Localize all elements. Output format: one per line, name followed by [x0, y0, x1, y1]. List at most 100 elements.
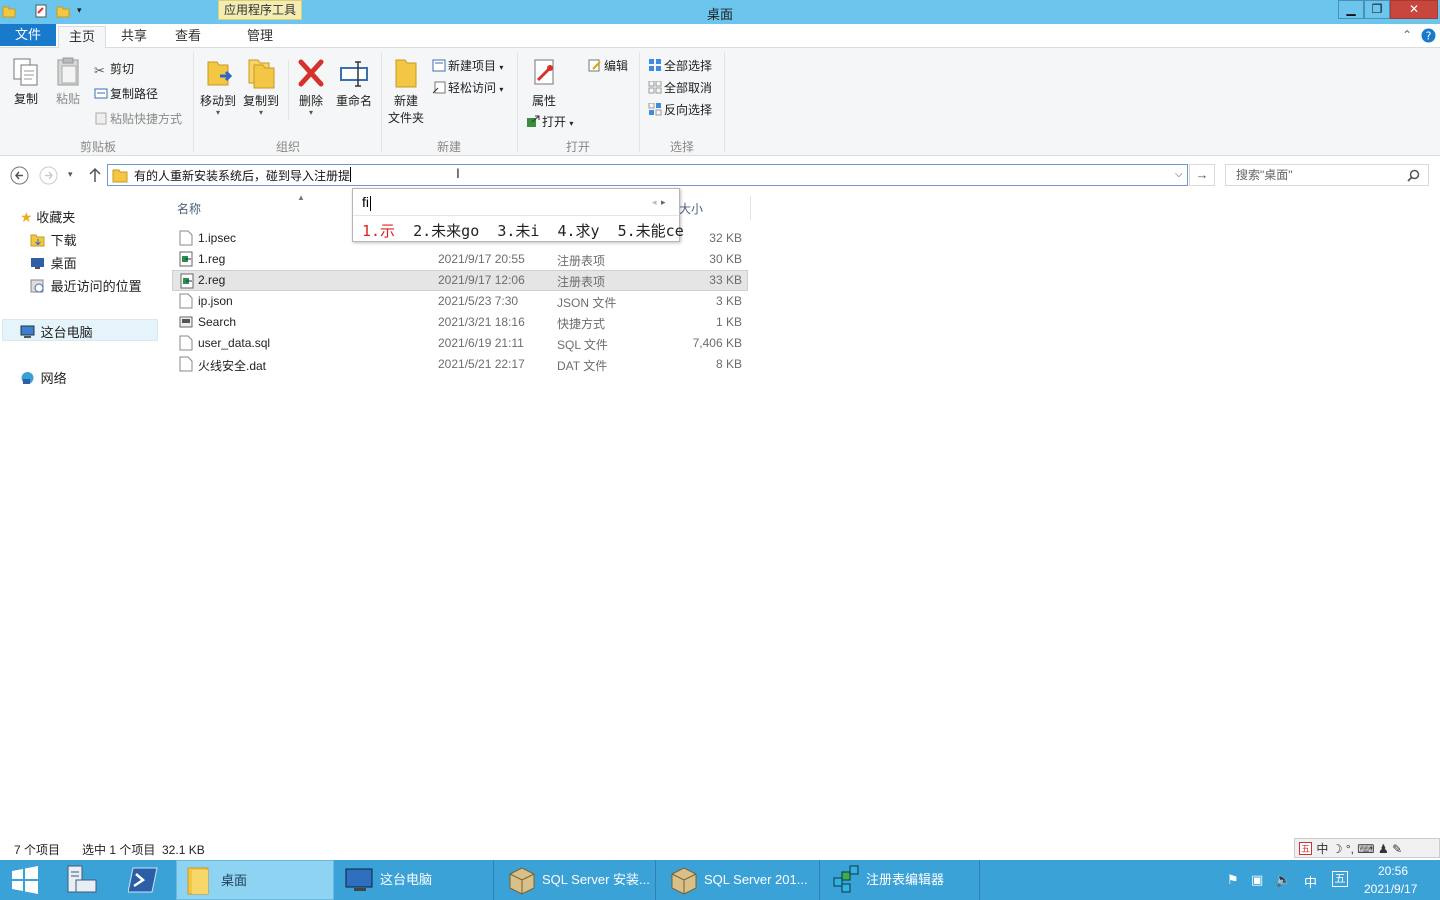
file-size: 30 KB — [709, 252, 742, 266]
new-folder-label-1: 新建 — [393, 94, 418, 108]
recent-locations-dropdown-icon[interactable]: ▾ — [68, 169, 73, 180]
registry-file-icon — [180, 273, 194, 289]
ribbon-separator — [193, 52, 194, 152]
close-button[interactable]: ✕ — [1390, 0, 1438, 19]
search-icon[interactable] — [1407, 169, 1420, 182]
file-row[interactable]: 1.reg 2021/9/17 20:55 注册表项 30 KB — [172, 249, 748, 270]
file-row[interactable]: Search 2021/3/21 18:16 快捷方式 1 KB — [172, 312, 748, 333]
shortcut-icon — [179, 316, 193, 328]
nav-downloads[interactable]: 下载 — [30, 230, 77, 249]
nav-favorites-label: 收藏夹 — [36, 210, 76, 225]
ime-candidate[interactable]: 5.未能ce — [618, 222, 684, 240]
nav-desktop[interactable]: 桌面 — [30, 253, 77, 272]
ime-candidate[interactable]: 2.未来go — [413, 222, 479, 240]
tab-manage[interactable]: 管理 — [238, 26, 282, 48]
properties-label: 属性 — [531, 94, 556, 108]
delete-x-icon — [298, 59, 324, 87]
new-folder-label-2: 文件夹 — [387, 111, 424, 125]
edit-button[interactable]: 编辑 — [588, 57, 628, 74]
taskbar-item-label: 桌面 — [221, 873, 248, 888]
ime-candidate[interactable]: 4.求y — [557, 222, 599, 240]
ime-next-page-icon[interactable]: ▸ — [661, 197, 666, 208]
nav-recent[interactable]: 最近访问的位置 — [30, 276, 142, 295]
go-arrow-icon[interactable]: → — [1189, 164, 1215, 186]
ime-candidate[interactable]: 3.未i — [497, 222, 539, 240]
volume-muted-icon[interactable]: 🔈 — [1275, 872, 1291, 888]
easy-access-button[interactable]: 轻松访问 ▾ — [432, 79, 503, 96]
select-none-button[interactable]: 全部取消 — [648, 79, 712, 96]
copy-path-icon — [94, 88, 108, 99]
paste-shortcut-button[interactable]: 粘贴快捷方式 — [94, 110, 182, 127]
ime-candidate[interactable]: 1.示 — [362, 222, 395, 240]
ribbon-separator — [639, 52, 640, 152]
ime-language-indicator[interactable]: 中 — [1304, 872, 1317, 891]
address-input[interactable]: 有的人重新安装系统后，碰到导入注册提 — [134, 167, 350, 184]
langbar-settings-icon[interactable]: ✎ — [1392, 842, 1402, 856]
copy-path-button[interactable]: 复制路径 — [94, 85, 158, 102]
file-row[interactable]: 火线安全.dat 2021/5/21 22:17 DAT 文件 8 KB — [172, 354, 748, 375]
file-row-selected[interactable]: 2.reg 2021/9/17 12:06 注册表项 33 KB — [172, 270, 748, 291]
nav-network[interactable]: 网络 — [20, 368, 67, 387]
cut-button[interactable]: ✂ 剪切 — [94, 60, 134, 78]
tab-share[interactable]: 共享 — [112, 26, 156, 48]
invert-selection-icon — [648, 103, 662, 116]
select-all-button[interactable]: 全部选择 — [648, 57, 712, 74]
langbar-keyboard-icon[interactable]: ⌨ — [1357, 842, 1374, 856]
action-center-flag-icon[interactable]: ⚑ — [1227, 872, 1239, 888]
new-item-button[interactable]: 新建项目 ▾ — [432, 57, 503, 74]
nav-this-pc[interactable]: 这台电脑 — [20, 322, 93, 341]
new-folder-button[interactable]: 新建 文件夹 — [386, 56, 426, 127]
select-none-label: 全部取消 — [664, 81, 713, 95]
copy-button[interactable]: 复制 — [8, 56, 44, 108]
explorer-folder-icon — [187, 867, 209, 895]
langbar-chinese[interactable]: 中 — [1316, 842, 1328, 856]
file-type: 注册表项 — [557, 275, 606, 289]
minimize-button[interactable]: ▁ — [1338, 0, 1364, 19]
open-button[interactable]: 打开 ▾ — [526, 113, 573, 130]
tab-home[interactable]: 主页 — [58, 26, 106, 49]
back-icon[interactable] — [10, 166, 29, 185]
clock-date[interactable]: 2021/9/17 — [1364, 882, 1417, 896]
nav-desktop-label: 桌面 — [50, 256, 77, 271]
invert-selection-button[interactable]: 反向选择 — [648, 101, 712, 118]
file-row[interactable]: ip.json 2021/5/23 7:30 JSON 文件 3 KB — [172, 291, 748, 312]
langbar-fullwidth-icon[interactable]: ☽ — [1332, 842, 1343, 856]
file-name: 2.reg — [198, 273, 226, 287]
langbar-user-icon[interactable]: ♟ — [1378, 842, 1389, 856]
ime-caret — [370, 196, 371, 211]
rename-button[interactable]: 重命名 — [333, 56, 375, 110]
copy-to-button[interactable]: 复制到 ▾ — [241, 56, 281, 117]
paste-shortcut-label: 粘贴快捷方式 — [110, 112, 183, 126]
minimize-ribbon-icon[interactable]: ⌃ — [1402, 28, 1412, 42]
forward-icon[interactable] — [39, 166, 58, 185]
column-name[interactable]: 名称 — [177, 200, 201, 217]
nav-favorites[interactable]: ★ 收藏夹 — [20, 207, 75, 226]
desktop-icon — [31, 258, 44, 269]
ime-mode-indicator[interactable]: 五 — [1332, 871, 1348, 887]
help-icon[interactable]: ? — [1421, 28, 1436, 43]
windows-start-icon[interactable] — [10, 866, 40, 894]
langbar-punctuation-icon[interactable]: °, — [1346, 842, 1354, 856]
powershell-icon[interactable] — [128, 866, 158, 894]
taskbar-item-label: SQL Server 安装... — [542, 872, 650, 887]
restore-button[interactable]: ❐ — [1364, 0, 1390, 19]
properties-button[interactable]: 属性 — [524, 56, 564, 110]
paste-button[interactable]: 粘贴 — [50, 56, 86, 108]
server-manager-icon[interactable] — [62, 864, 98, 896]
move-to-button[interactable]: 移动到 ▾ — [198, 56, 238, 117]
network-tray-icon[interactable]: ▣ — [1251, 872, 1263, 888]
ime-prev-page-icon[interactable]: ◂ — [652, 197, 657, 208]
sort-ascending-icon: ▲ — [297, 193, 305, 202]
file-icon — [179, 230, 193, 246]
clock-time[interactable]: 20:56 — [1378, 864, 1408, 878]
file-row[interactable]: user_data.sql 2021/6/19 21:11 SQL 文件 7,4… — [172, 333, 748, 354]
move-to-icon — [207, 61, 233, 86]
tab-view[interactable]: 查看 — [166, 26, 210, 48]
up-arrow-icon[interactable] — [88, 167, 102, 183]
delete-button[interactable]: 删除 ▾ — [294, 56, 328, 117]
ribbon-separator — [288, 60, 289, 120]
tab-file[interactable]: 文件 — [0, 24, 56, 46]
search-input[interactable]: 搜索"桌面" — [1225, 164, 1429, 186]
downloads-folder-icon — [30, 234, 45, 247]
address-dropdown-icon[interactable]: ⌵ — [1175, 169, 1183, 180]
